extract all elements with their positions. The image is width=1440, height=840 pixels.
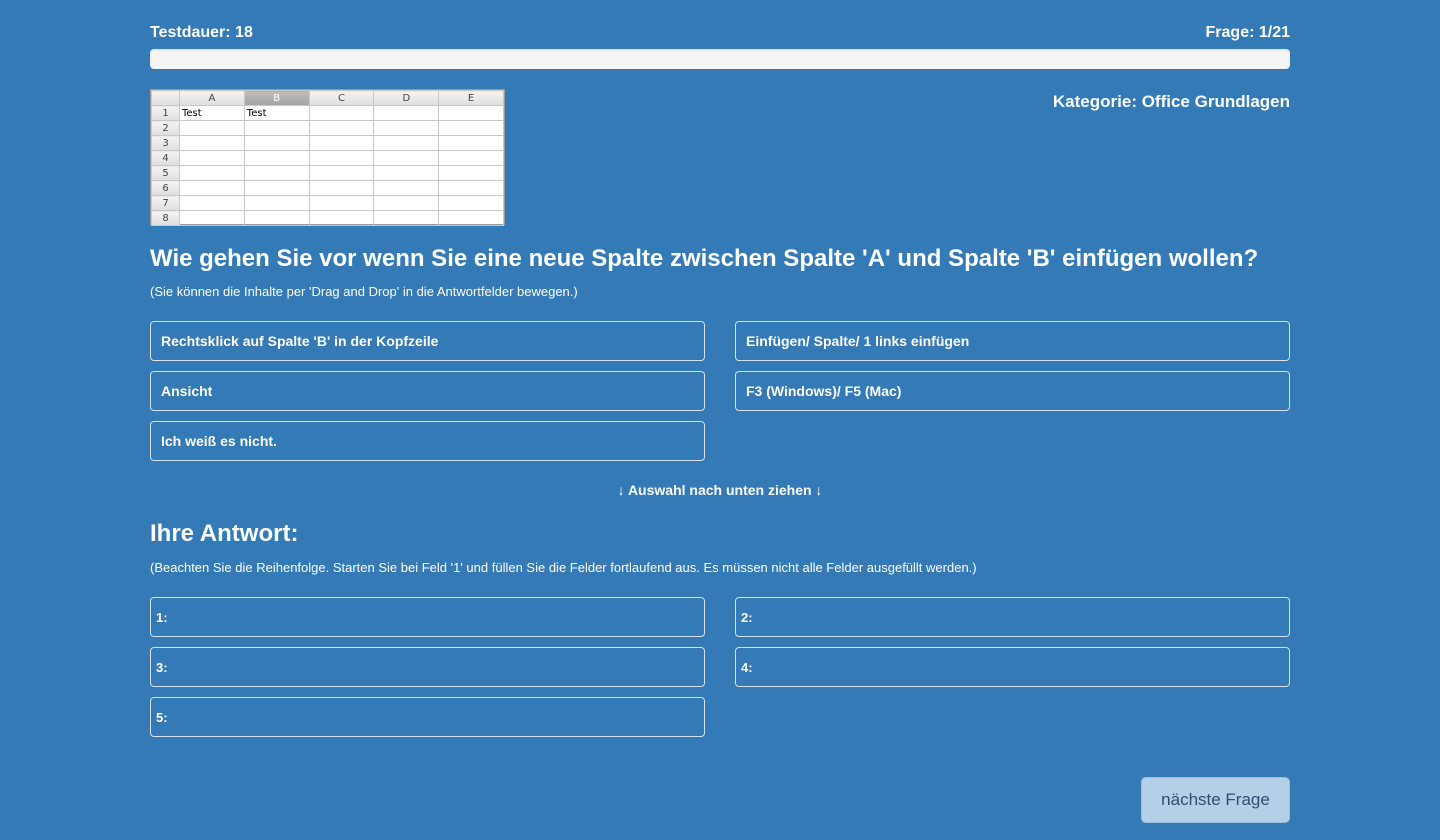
spreadsheet-cell bbox=[438, 180, 504, 196]
spreadsheet-row-header: 4 bbox=[151, 150, 180, 166]
spreadsheet-cell bbox=[308, 210, 375, 226]
spreadsheet-cell bbox=[438, 150, 504, 166]
spreadsheet-row: 7 bbox=[151, 195, 504, 211]
spreadsheet-row: 2 bbox=[151, 120, 504, 136]
question-hint: (Sie können die Inhalte per 'Drag and Dr… bbox=[150, 284, 578, 299]
spreadsheet-col-header-d: D bbox=[373, 90, 440, 106]
spreadsheet-cell bbox=[308, 180, 375, 196]
spreadsheet-row-header: 5 bbox=[151, 165, 180, 181]
spreadsheet-corner bbox=[151, 90, 180, 106]
answer-hint: (Beachten Sie die Reihenfolge. Starten S… bbox=[150, 560, 977, 575]
spreadsheet-cell bbox=[373, 165, 440, 181]
spreadsheet-cell bbox=[308, 120, 375, 136]
spreadsheet-cell bbox=[243, 135, 310, 151]
option-box-5[interactable]: Ich weiß es nicht. bbox=[150, 421, 705, 461]
spreadsheet-cell bbox=[438, 210, 504, 226]
spreadsheet-row: 8 bbox=[151, 210, 504, 226]
spreadsheet-col-header-a: A bbox=[179, 90, 245, 106]
spreadsheet-row: 5 bbox=[151, 165, 504, 181]
quiz-page: Testdauer: 18 Frage: 1/21 ABCDE 1 Test Tes… bbox=[0, 0, 1440, 840]
option-box-3[interactable]: Ansicht bbox=[150, 371, 705, 411]
spreadsheet-cell bbox=[308, 195, 375, 211]
spreadsheet-cell bbox=[243, 195, 310, 211]
option-box-1[interactable]: Rechtsklick auf Spalte 'B' in der Kopfze… bbox=[150, 321, 705, 361]
spreadsheet-body: 1 Test Test 2 3 4 5 6 7 8 bbox=[151, 105, 504, 226]
spreadsheet-cell bbox=[373, 135, 440, 151]
spreadsheet-cell bbox=[308, 135, 375, 151]
spreadsheet-cell bbox=[179, 120, 245, 136]
drag-hint: ↓ Auswahl nach unten ziehen ↓ bbox=[617, 482, 823, 498]
spreadsheet-row: 3 bbox=[151, 135, 504, 151]
spreadsheet-cell bbox=[179, 165, 245, 181]
spreadsheet-cell bbox=[438, 165, 504, 181]
spreadsheet-cell bbox=[243, 120, 310, 136]
spreadsheet-cell: Test bbox=[243, 105, 310, 121]
answer-slot-3[interactable]: 3: bbox=[150, 647, 705, 687]
spreadsheet-cell bbox=[179, 135, 245, 151]
answer-title: Ihre Antwort: bbox=[150, 520, 299, 547]
test-duration: Testdauer: 18 bbox=[150, 24, 253, 41]
spreadsheet-row: 1 Test Test bbox=[151, 105, 504, 121]
spreadsheet-col-header-b: B bbox=[243, 90, 310, 106]
spreadsheet-cell bbox=[308, 105, 375, 121]
option-box-4[interactable]: F3 (Windows)/ F5 (Mac) bbox=[735, 371, 1290, 411]
spreadsheet-cell bbox=[179, 150, 245, 166]
spreadsheet-row: 4 bbox=[151, 150, 504, 166]
spreadsheet-cell bbox=[179, 180, 245, 196]
spreadsheet-cell bbox=[179, 195, 245, 211]
answer-slot-4[interactable]: 4: bbox=[735, 647, 1290, 687]
spreadsheet-cell bbox=[438, 105, 504, 121]
top-bar: Testdauer: 18 Frage: 1/21 bbox=[150, 24, 1290, 44]
question-counter: Frage: 1/21 bbox=[1205, 24, 1290, 41]
next-question-button[interactable]: nächste Frage bbox=[1141, 777, 1290, 823]
answer-slot-1[interactable]: 1: bbox=[150, 597, 705, 637]
spreadsheet-col-header-e: E bbox=[438, 90, 504, 106]
spreadsheet-cell bbox=[373, 195, 440, 211]
spreadsheet-cell bbox=[308, 150, 375, 166]
spreadsheet-image: ABCDE 1 Test Test 2 3 4 5 6 7 8 bbox=[150, 89, 505, 226]
spreadsheet-cell bbox=[373, 180, 440, 196]
spreadsheet-cell: Test bbox=[179, 105, 245, 121]
spreadsheet-cell bbox=[243, 210, 310, 226]
answer-slot-5[interactable]: 5: bbox=[150, 697, 705, 737]
spreadsheet-row-header: 7 bbox=[151, 195, 180, 211]
spreadsheet-cell bbox=[373, 105, 440, 121]
spreadsheet-header-row: ABCDE bbox=[151, 90, 504, 106]
option-box-2[interactable]: Einfügen/ Spalte/ 1 links einfügen bbox=[735, 321, 1290, 361]
spreadsheet-col-header-c: C bbox=[308, 90, 375, 106]
spreadsheet-table: ABCDE 1 Test Test 2 3 4 5 6 7 8 bbox=[151, 90, 504, 226]
category-label: Kategorie: Office Grundlagen bbox=[1052, 92, 1290, 111]
spreadsheet-cell bbox=[308, 165, 375, 181]
spreadsheet-cell bbox=[438, 195, 504, 211]
spreadsheet-row-header: 3 bbox=[151, 135, 180, 151]
answer-slot-2[interactable]: 2: bbox=[735, 597, 1290, 637]
spreadsheet-cell bbox=[373, 150, 440, 166]
spreadsheet-cell bbox=[438, 120, 504, 136]
spreadsheet-cell bbox=[243, 180, 310, 196]
spreadsheet-row-header: 2 bbox=[151, 120, 180, 136]
spreadsheet-cell bbox=[243, 165, 310, 181]
question-text: Wie gehen Sie vor wenn Sie eine neue Spa… bbox=[150, 245, 1259, 272]
spreadsheet-cell bbox=[373, 210, 440, 226]
spreadsheet-cell bbox=[373, 120, 440, 136]
spreadsheet-cell bbox=[179, 210, 245, 226]
progress-bar bbox=[150, 49, 1290, 69]
spreadsheet-row-header: 6 bbox=[151, 180, 180, 196]
spreadsheet-cell bbox=[438, 135, 504, 151]
spreadsheet-row: 6 bbox=[151, 180, 504, 196]
spreadsheet-cell bbox=[243, 150, 310, 166]
spreadsheet-row-header: 8 bbox=[151, 210, 180, 226]
spreadsheet-row-header: 1 bbox=[151, 105, 180, 121]
